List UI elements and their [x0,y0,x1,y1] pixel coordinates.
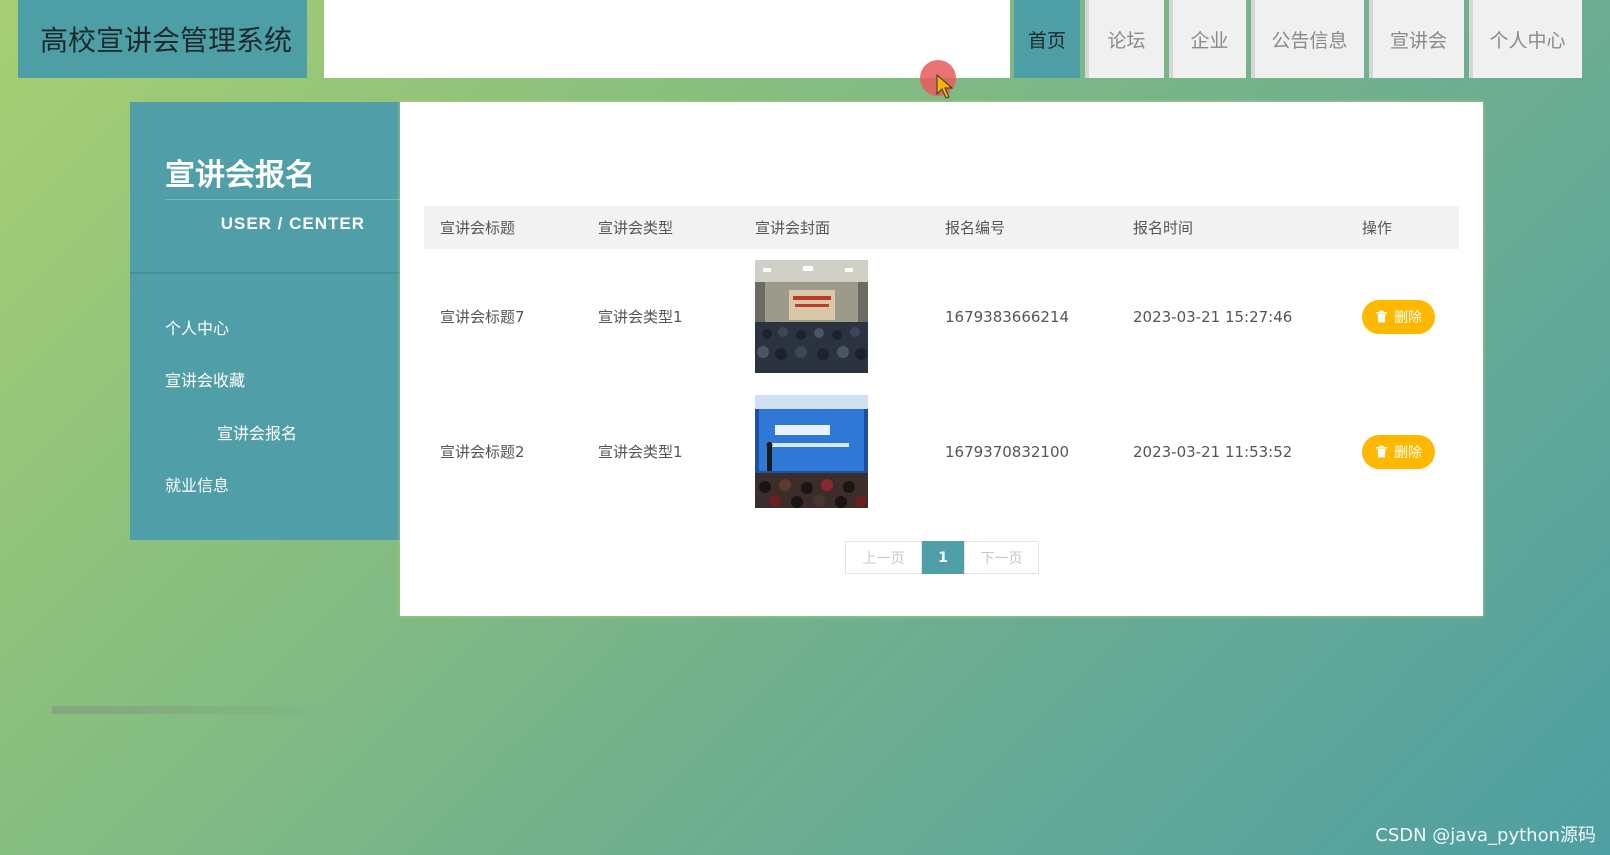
delete-button[interactable]: 删除 [1362,434,1435,469]
table-row: 宣讲会标题7 宣讲会类型1 1679383666214 2023-03-21 1… [424,249,1459,384]
nav-item-company[interactable]: 企业 [1169,0,1246,78]
column-header-type: 宣讲会类型 [598,219,674,237]
delete-button[interactable]: 删除 [1362,299,1435,334]
nav-item-home[interactable]: 首页 [1014,0,1080,78]
column-header-time: 报名时间 [1133,219,1194,237]
header-blank [324,0,1010,78]
cell-time: 2023-03-21 15:27:46 [1133,307,1293,326]
sidebar-item-favorites[interactable]: 宣讲会收藏 [165,367,245,391]
trash-icon [1376,445,1387,458]
column-header-cover: 宣讲会封面 [755,219,831,237]
cell-cover [739,249,929,384]
divider [165,199,400,200]
cell-time: 2023-03-21 11:53:52 [1133,442,1293,461]
page-1-button[interactable]: 1 [922,541,964,574]
divider [130,272,400,274]
column-header-title: 宣讲会标题 [440,219,516,237]
column-header-number: 报名编号 [945,219,1006,237]
top-bar: 高校宣讲会管理系统 首页 论坛 企业 公告信息 宣讲会 个人中心 [0,0,1610,78]
column-header-action: 操作 [1362,219,1393,237]
trash-icon [1376,310,1387,323]
cursor-icon [936,74,954,99]
cell-number: 1679370832100 [945,442,1070,461]
next-page-button[interactable]: 下一页 [964,541,1039,574]
pagination: 上一页 1 下一页 [845,541,1039,574]
cell-action: 删除 [1346,249,1459,384]
nav-item-forum[interactable]: 论坛 [1085,0,1164,78]
nav-item-lecture[interactable]: 宣讲会 [1369,0,1464,78]
cell-action: 删除 [1346,384,1459,519]
sidebar-item-registration[interactable]: 宣讲会报名 [217,420,297,444]
sidebar-title: 宣讲会报名 [165,158,315,193]
sidebar-item-employment[interactable]: 就业信息 [165,472,229,496]
lecture-hall-photo [755,260,868,373]
decorative-bar [52,706,342,714]
registration-table: 宣讲会标题 宣讲会类型 宣讲会封面 报名编号 报名时间 操作 宣讲会标题7 宣讲… [424,206,1459,519]
nav-item-personal-center[interactable]: 个人中心 [1469,0,1582,78]
main-nav: 首页 论坛 企业 公告信息 宣讲会 个人中心 [1014,0,1587,78]
cell-type: 宣讲会类型1 [598,308,683,326]
content-panel: 宣讲会标题 宣讲会类型 宣讲会封面 报名编号 报名时间 操作 宣讲会标题7 宣讲… [400,102,1483,616]
sidebar-subtitle: USER / CENTER [220,214,365,233]
delete-label: 删除 [1394,444,1422,461]
table-row: 宣讲会标题2 宣讲会类型1 1679370832100 2023-03-21 1… [424,384,1459,519]
sidebar-item-personal-center[interactable]: 个人中心 [165,315,229,339]
cell-cover [739,384,929,519]
presentation-stage-photo [755,395,868,508]
prev-page-button[interactable]: 上一页 [845,541,922,574]
delete-label: 删除 [1394,309,1422,326]
cell-type: 宣讲会类型1 [598,443,683,461]
nav-item-notice[interactable]: 公告信息 [1251,0,1364,78]
cell-number: 1679383666214 [945,307,1070,326]
table-header-row: 宣讲会标题 宣讲会类型 宣讲会封面 报名编号 报名时间 操作 [424,206,1459,249]
cell-title: 宣讲会标题7 [440,308,525,326]
app-title: 高校宣讲会管理系统 [18,0,307,78]
watermark: CSDN @java_python源码 [1375,825,1596,846]
sidebar: 宣讲会报名 USER / CENTER 个人中心 宣讲会收藏 宣讲会报名 就业信… [130,102,400,540]
cell-title: 宣讲会标题2 [440,443,525,461]
